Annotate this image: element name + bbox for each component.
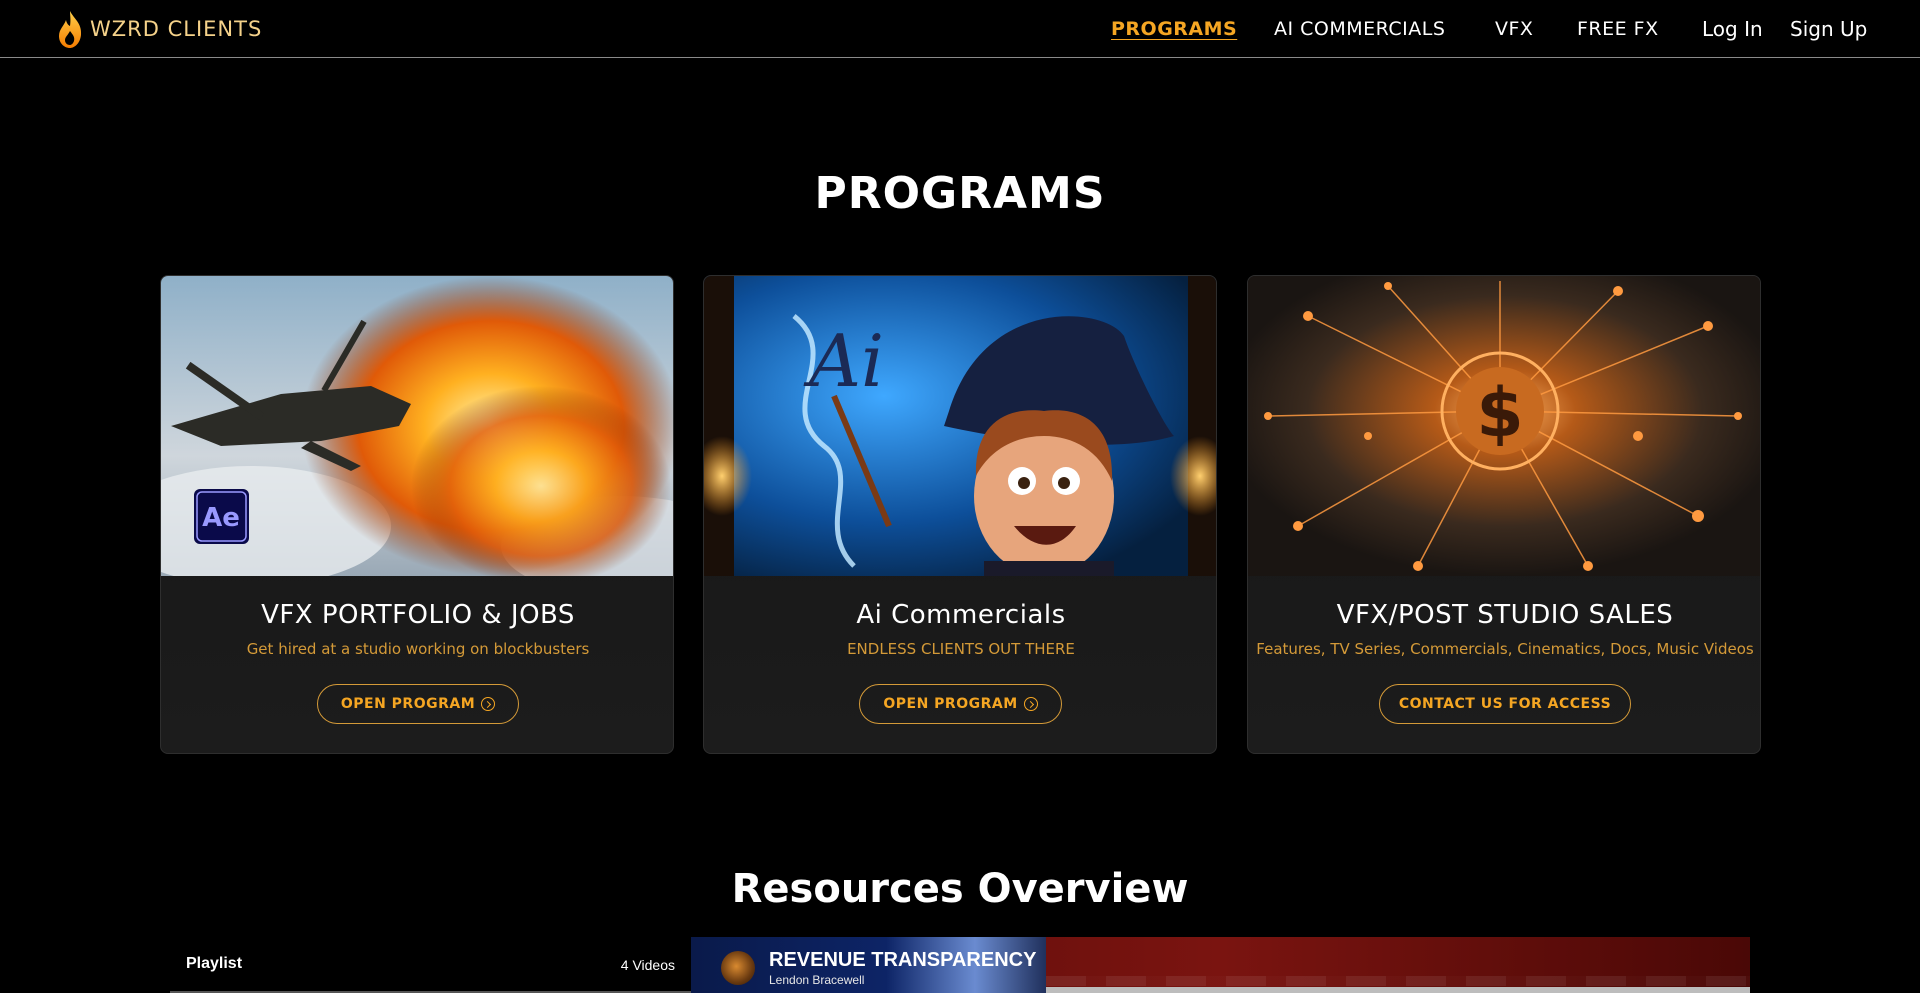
avatar [721,951,755,985]
nav-ai-commercials[interactable]: AI COMMERCIALS [1274,18,1445,40]
playlist-header: Playlist 4 Videos [170,937,691,993]
card-subtitle: Features, TV Series, Commercials, Cinema… [1256,640,1754,658]
program-card-vfx-portfolio: Ae VFX PORTFOLIO & JOBS Get hired at a s… [160,275,674,754]
arrow-circle-icon [1023,697,1038,711]
card-title: Ai Commercials [856,600,1066,630]
nav-free-fx[interactable]: FREE FX [1577,18,1659,40]
resources-title: Resources Overview [731,866,1189,912]
dollar-network-illustration: $ [1248,276,1760,576]
nav-vfx[interactable]: VFX [1495,18,1533,40]
programs-title: PROGRAMS [814,168,1106,219]
arrow-circle-icon [481,697,496,711]
card-subtitle: ENDLESS CLIENTS OUT THERE [847,640,1075,658]
card-subtitle: Get hired at a studio working on blockbu… [246,640,590,658]
card-image-wizard: Ai [704,276,1216,576]
playlist-count: 4 Videos [620,957,675,973]
login-link[interactable]: Log In [1702,17,1763,41]
wizard-illustration: Ai [704,276,1216,576]
explosion-illustration: Ae [161,276,673,576]
video-player[interactable]: REVENUE TRANSPARENCY Lendon Bracewell [691,937,1750,993]
video-title: REVENUE TRANSPARENCY [769,949,1037,971]
program-card-ai-commercials: Ai Ai Commercials ENDLESS CLIENTS OUT TH… [703,275,1217,754]
brand-name: WZRD CLIENTS [90,17,263,41]
video-frame-edge [1046,987,1750,993]
video-author: Lendon Bracewell [769,973,865,987]
playlist-label: Playlist [186,955,243,972]
nav-programs[interactable]: PROGRAMS [1111,18,1237,40]
video-toolbar [1046,976,1750,986]
button-label: OPEN PROGRAM [883,696,1018,712]
button-label: OPEN PROGRAM [340,696,476,712]
site-header: WZRD CLIENTS PROGRAMS AI COMMERCIALS VFX… [0,0,1920,58]
dollar-icon: $ [1476,374,1523,453]
program-card-studio-sales: $ VFX/POST STUDIO SALES Features, TV Ser… [1247,275,1761,754]
flame-icon [59,11,82,48]
open-program-button[interactable]: OPEN PROGRAM [317,684,519,724]
open-program-button[interactable]: OPEN PROGRAM [859,684,1062,724]
card-title: VFX PORTFOLIO & JOBS [261,600,575,630]
signup-link[interactable]: Sign Up [1790,17,1867,41]
after-effects-badge: Ae [202,503,240,533]
button-label: CONTACT US FOR ACCESS [1398,696,1612,712]
contact-for-access-button[interactable]: CONTACT US FOR ACCESS [1379,684,1631,724]
ai-letters: Ai [803,319,884,403]
brand-logo[interactable]: WZRD CLIENTS [56,8,262,50]
card-title: VFX/POST STUDIO SALES [1336,600,1674,630]
card-image-helicopter-explosion: Ae [161,276,673,576]
card-image-dollar-network: $ [1248,276,1760,576]
